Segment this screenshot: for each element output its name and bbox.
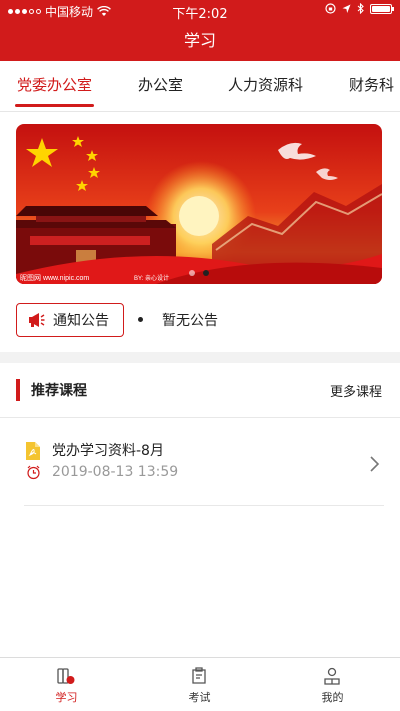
status-bar: 中国移动 下午2:02 xyxy=(0,0,400,22)
clock-icon xyxy=(27,465,40,480)
notice-button-label: 通知公告 xyxy=(53,313,109,329)
section-title: 推荐课程 xyxy=(31,383,87,399)
courses-section-header: 推荐课程 更多课程 xyxy=(0,363,400,418)
section-accent-bar xyxy=(16,379,20,401)
section-divider xyxy=(0,352,400,363)
nav-bar: 学习 xyxy=(0,20,400,61)
course-time: 2019-08-13 13:59 xyxy=(52,464,179,480)
bottom-tab-study[interactable]: 学习 xyxy=(0,658,133,711)
department-tabs: 党委办公室 办公室 人力资源科 财务科 xyxy=(0,61,400,112)
tab-finance[interactable]: 财务科 xyxy=(349,61,394,111)
course-divider xyxy=(24,505,384,506)
banner-caption-right: BY: 亲心设计 xyxy=(134,274,169,282)
course-title: 党办学习资料-8月 xyxy=(52,443,164,459)
tab-office[interactable]: 办公室 xyxy=(138,61,183,111)
exam-icon xyxy=(192,667,206,684)
status-right xyxy=(325,3,394,14)
pdf-file-icon xyxy=(26,442,40,460)
notice-button[interactable]: 通知公告 xyxy=(16,303,124,337)
book-icon xyxy=(57,668,75,684)
more-courses-link[interactable]: 更多课程 xyxy=(330,381,382,400)
chevron-right-icon xyxy=(370,456,380,472)
tab-party-office[interactable]: 党委办公室 xyxy=(14,61,95,111)
megaphone-icon xyxy=(29,313,45,327)
location-icon xyxy=(342,4,351,13)
carousel-dot-1[interactable] xyxy=(189,270,195,276)
battery-icon xyxy=(370,3,394,14)
orientation-lock-icon xyxy=(325,3,336,14)
bottom-tab-profile[interactable]: 我的 xyxy=(266,658,399,711)
notice-bullet xyxy=(138,317,143,322)
banner-carousel[interactable]: 昵图网 www.nipic.com BY: 亲心设计 xyxy=(16,124,382,284)
bluetooth-icon xyxy=(357,3,364,14)
course-item[interactable]: 党办学习资料-8月 2019-08-13 13:59 xyxy=(0,418,400,506)
bottom-tab-exam[interactable]: 考试 xyxy=(133,658,266,711)
banner-image: 昵图网 www.nipic.com BY: 亲心设计 xyxy=(16,124,382,284)
carousel-dot-2[interactable] xyxy=(203,270,209,276)
notice-text: 暂无公告 xyxy=(162,313,218,329)
bottom-tab-study-label: 学习 xyxy=(55,691,78,704)
notice-row: 通知公告 暂无公告 xyxy=(16,303,386,337)
page-title: 学习 xyxy=(183,31,216,50)
tab-hr[interactable]: 人力资源科 xyxy=(228,61,303,111)
bottom-tab-bar: 学习 考试 我的 xyxy=(0,657,400,711)
bottom-tab-profile-label: 我的 xyxy=(321,691,344,704)
profile-icon xyxy=(324,667,340,685)
bottom-tab-exam-label: 考试 xyxy=(188,691,211,704)
banner-caption-left: 昵图网 www.nipic.com xyxy=(20,274,89,282)
